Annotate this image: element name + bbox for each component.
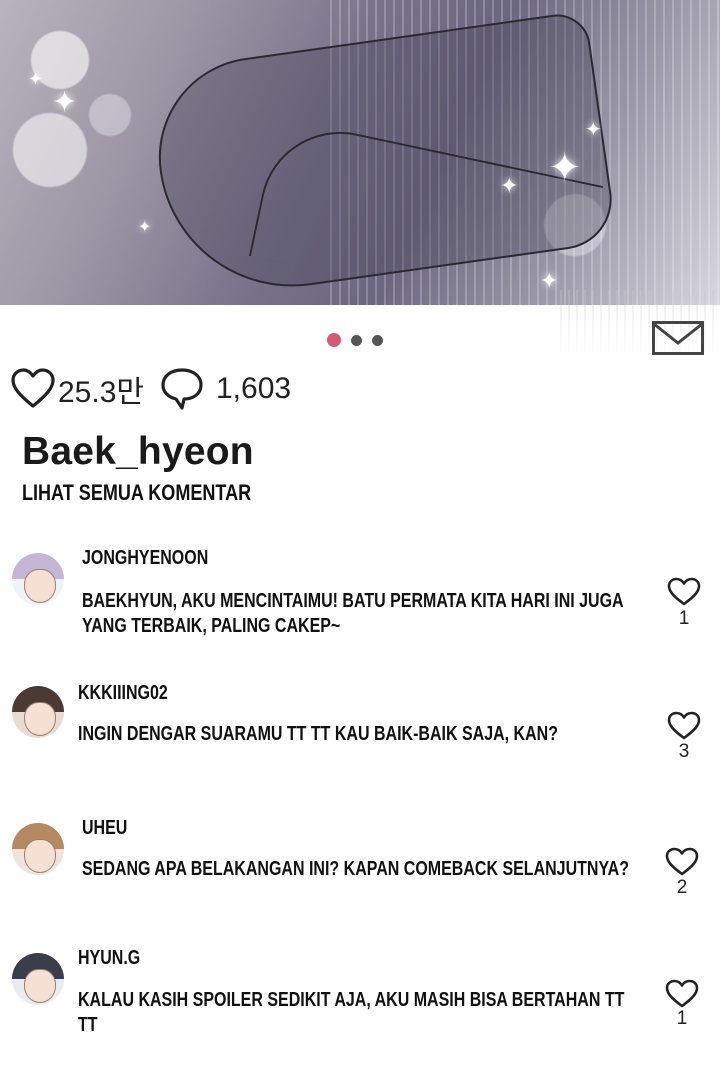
image-pager [327,333,383,347]
like-heart-icon[interactable] [10,368,56,410]
commenter-username[interactable]: HYUN.G [78,947,140,970]
comment-text: BAEKHYUN, AKU MENCINTAIMU! BATU PERMATA … [82,590,624,637]
comment-like-heart-icon[interactable] [665,847,699,877]
comment-bubble-icon[interactable] [158,366,206,412]
commenter-username[interactable]: UHEU [82,817,127,840]
commenter-avatar[interactable] [12,823,64,875]
likes-count: 25.3만 [58,376,144,409]
view-all-comments-link[interactable]: LIHAT SEMUA KOMENTAR [22,480,251,506]
comment-like-count: 2 [676,877,688,898]
comment-like-count: 1 [678,608,690,629]
sparkle-icon: ✦ [52,86,78,119]
sparkle-icon: ✦ [28,69,44,89]
sparkle-icon: ✦ [138,219,152,236]
commenter-username[interactable]: KKKIIING02 [78,682,168,705]
sparkle-icon: ✦ [585,119,602,141]
comment-like-count: 1 [676,1008,688,1029]
commenter-avatar[interactable] [12,953,64,1005]
sparkle-icon: ✦ [540,268,559,293]
comment-like-count: 3 [678,741,690,762]
comment-like-heart-icon[interactable] [667,711,701,741]
mail-icon[interactable] [652,321,704,355]
comment-text: INGIN DENGAR SUARAMU TT TT KAU BAIK-BAIK… [78,723,558,745]
pager-dot[interactable] [351,334,362,346]
pager-dot-active[interactable] [327,333,341,347]
comment-like-heart-icon[interactable] [665,979,699,1009]
sparkle-icon: ✦ [548,146,582,190]
commenter-username[interactable]: JONGHYENOON [82,547,208,570]
pager-dot[interactable] [372,334,383,346]
post-stats: 25.3만 1,603 [10,366,291,412]
comment-like-heart-icon[interactable] [667,577,701,607]
commenter-avatar[interactable] [12,686,64,738]
comment-text: SEDANG APA BELAKANGAN INI? KAPAN COMEBAC… [82,858,629,880]
comments-count: 1,603 [216,372,292,405]
sparkle-icon: ✦ [500,173,519,198]
commenter-avatar[interactable] [12,553,64,605]
post-username[interactable]: Baek_hyeon [22,430,254,474]
post-image[interactable]: ✦ ✦ ✦ ✦ ✦ ✦ ✦ [0,0,720,305]
comment-text: KALAU KASIH SPOILER SEDIKIT AJA, AKU MAS… [78,989,625,1036]
